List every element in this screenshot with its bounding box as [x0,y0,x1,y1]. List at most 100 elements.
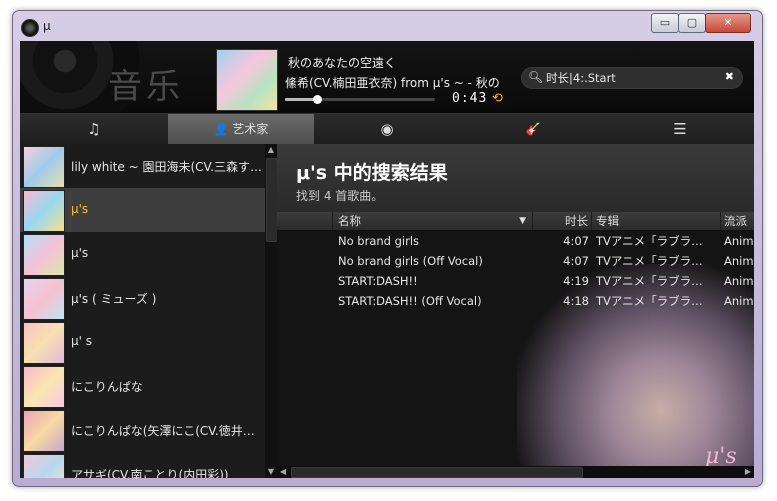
cell-genre: Anim [724,274,754,288]
col-duration[interactable]: 时长 [534,212,592,230]
cell-genre: Anim [724,254,754,268]
artist-name: にこりんぱな [71,380,143,394]
col-name-label: 名称 [338,214,361,228]
app-logo: 音乐 [108,67,184,107]
client-area: 音乐 秋のあなたの空遠く 絛希(CV.楠田亜衣奈) from μ's ~ - 秋… [20,41,754,478]
artist-name: μ' s [71,334,92,348]
progress-slider[interactable] [285,95,435,104]
view-tabs: ♫ 👤 艺术家 ◉ 🎸 ☰ [20,113,754,145]
progress-knob[interactable] [312,95,322,104]
results-header: μ's 中的搜索结果 找到 4 首歌曲。 [277,144,754,212]
tab-artists-label: 艺术家 [232,122,269,136]
tab-albums[interactable]: ◉ [314,114,460,144]
artist-name: μ's [71,246,89,260]
tab-genres[interactable]: 🎸 [460,114,606,144]
artist-name: μ's [71,202,89,216]
results-count: 找到 4 首歌曲。 [296,189,384,203]
cell-genre: Anim [724,234,754,248]
cell-album: TVアニメ「ラブラ… [596,274,703,288]
tab-songs[interactable]: ♫ [20,114,168,144]
artist-thumbnail [23,410,65,452]
artist-thumbnail [23,366,65,408]
results-hscrollbar[interactable]: ◀ ▶ [277,466,754,478]
table-row[interactable]: START:DASH!! 4:19 TVアニメ「ラブラ… Anim [277,271,754,291]
cell-name: START:DASH!! (Off Vocal) [338,294,482,308]
results-title: μ's 中的搜索结果 [296,162,448,184]
maximize-button[interactable]: ▢ [678,13,706,33]
col-duration-label: 时长 [565,214,588,228]
artist-list-item[interactable]: にこりんぱな(矢澤にこ(CV.徳井青… [20,408,265,452]
artist-thumbnail [23,234,65,276]
artist-list[interactable]: lily white ~ 園田海未(CV.三森すず… μ's μ's μ's ( ミュ… [20,144,265,478]
repeat-icon[interactable]: ⟲ [492,91,503,106]
scroll-left-arrow-icon[interactable]: ◀ [277,466,289,478]
col-blank[interactable] [277,212,333,230]
now-playing-album-art[interactable] [216,49,278,111]
cell-duration: 4:07 [563,234,589,248]
col-name[interactable]: 名称 ▼ [333,212,533,230]
table-row[interactable]: No brand girls 4:07 TVアニメ「ラブラ… Anim [277,231,754,251]
cell-name: No brand girls (Off Vocal) [338,254,483,268]
search-icon: 🔍︎ [528,70,544,84]
artist-thumbnail [23,190,65,232]
artist-list-item[interactable]: にこりんぱな [20,364,265,408]
disc-icon: ◉ [380,120,394,138]
cell-album: TVアニメ「ラブラ… [596,234,703,248]
scroll-up-arrow-icon[interactable]: ▲ [265,144,277,156]
app-window: μ ▭ ▢ ✕ 音乐 秋のあなたの空遠く 絛希(CV.楠田亜衣奈) from μ… [12,10,763,487]
list-icon: ☰ [673,120,687,138]
table-header: 名称 ▼ 时长 专辑 流派 [277,212,754,231]
now-playing-title: 秋のあなたの空遠く [288,56,397,70]
tab-playlists[interactable]: ☰ [606,114,754,144]
close-button[interactable]: ✕ [705,13,751,33]
table-row[interactable]: START:DASH!! (Off Vocal) 4:18 TVアニメ「ラブラ… An… [277,291,754,311]
elapsed-time: 0:43 [452,91,488,106]
search-input[interactable] [546,69,716,86]
hscrollbar-thumb[interactable] [291,467,583,478]
search-box[interactable]: 🔍︎ ✖ [521,67,743,89]
cell-name: START:DASH!! [338,274,418,288]
title-bar[interactable]: μ ▭ ▢ ✕ [13,11,762,41]
cell-duration: 4:18 [563,294,589,308]
artist-name: アサギ(CV.南ことり(内田彩)) [71,468,229,478]
now-playing-artist: 絛希(CV.楠田亜衣奈) from μ's ~ - 秋の [285,76,500,90]
progress-fill [285,98,317,101]
col-album-label: 专辑 [596,214,619,228]
artist-list-item[interactable]: μ's [20,188,265,232]
results-table-body: No brand girls 4:07 TVアニメ「ラブラ… Anim No brand… [277,231,754,311]
cell-genre: Anim [724,294,754,308]
tab-artists[interactable]: 👤 艺术家 [168,114,314,144]
artist-name: lily white ~ 園田海未(CV.三森すず… [71,160,263,174]
artist-thumbnail [23,146,65,188]
artist-list-item[interactable]: μ's [20,232,265,276]
artist-list-item[interactable]: μ' s [20,320,265,364]
cell-duration: 4:19 [563,274,589,288]
person-icon: 👤 [213,122,229,136]
artist-name: μ's ( ミューズ ) [71,292,157,306]
sort-desc-icon: ▼ [519,216,526,226]
artist-list-item[interactable]: μ's ( ミューズ ) [20,276,265,320]
artist-list-item[interactable]: lily white ~ 園田海未(CV.三森すず… [20,144,265,188]
cell-album: TVアニメ「ラブラ… [596,254,703,268]
clear-search-icon[interactable]: ✖ [725,70,734,83]
cell-name: No brand girls [338,234,420,248]
table-row[interactable]: No brand girls (Off Vocal) 4:07 TVアニメ「ラブラ…… [277,251,754,271]
window-title: μ [43,19,51,33]
cell-duration: 4:07 [563,254,589,268]
col-album[interactable]: 专辑 [593,212,721,230]
guitar-icon: 🎸 [525,122,541,136]
now-playing-header: 音乐 秋のあなたの空遠く 絛希(CV.楠田亜衣奈) from μ's ~ - 秋… [20,41,754,136]
col-genre[interactable]: 流派 [722,212,754,230]
scroll-right-arrow-icon[interactable]: ▶ [742,466,754,478]
artist-thumbnail [23,278,65,320]
minimize-button[interactable]: ▭ [651,13,679,33]
artist-list-item[interactable]: アサギ(CV.南ことり(内田彩)) [20,452,265,478]
scroll-down-arrow-icon[interactable]: ▼ [265,466,277,478]
artist-list-scrollbar[interactable]: ▲ ▼ [265,144,278,478]
artist-thumbnail [23,322,65,364]
col-genre-label: 流派 [724,214,747,228]
artist-name: にこりんぱな(矢澤にこ(CV.徳井青… [71,424,263,438]
artist-thumbnail [23,454,65,478]
cell-album: TVアニメ「ラブラ… [596,294,703,308]
app-icon [21,19,39,37]
